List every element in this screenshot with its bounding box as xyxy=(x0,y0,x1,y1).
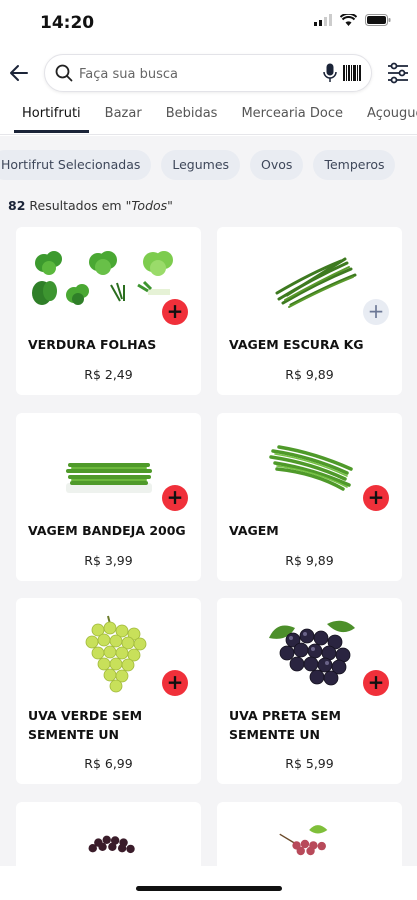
status-time: 14:20 xyxy=(40,13,95,33)
tab-bebidas[interactable]: Bebidas xyxy=(158,102,226,130)
product-price: R$ 2,49 xyxy=(84,367,133,382)
home-indicator-area xyxy=(0,866,417,900)
product-card[interactable]: + VAGEM ESCURA KG R$ 9,89 xyxy=(217,227,402,395)
product-name: VAGEM ESCURA KG xyxy=(229,337,364,352)
product-price: R$ 9,89 xyxy=(285,367,334,382)
results-summary: 82 Resultados em "Todos" xyxy=(8,198,173,213)
add-to-cart-button[interactable]: + xyxy=(363,485,389,511)
product-price: R$ 5,99 xyxy=(285,756,334,771)
tab-bazar[interactable]: Bazar xyxy=(97,102,150,130)
product-card[interactable]: + VERDURA FOLHAS R$ 2,49 xyxy=(16,227,201,395)
category-tabs: Hortifruti Bazar Bebidas Mercearia Doce Açou… xyxy=(14,102,417,136)
tab-mercearia-doce[interactable]: Mercearia Doce xyxy=(233,102,351,130)
battery-icon xyxy=(365,14,391,26)
search-input[interactable] xyxy=(79,62,299,86)
status-icons xyxy=(314,14,391,26)
add-to-cart-button[interactable]: + xyxy=(162,670,188,696)
product-name: VAGEM xyxy=(229,523,279,538)
chip-ovos[interactable]: Ovos xyxy=(250,150,304,180)
product-price: R$ 3,99 xyxy=(84,553,133,568)
product-name: UVA VERDE SEM SEMENTE UN xyxy=(28,708,143,742)
product-card[interactable]: + VAGEM BANDEJA 200G R$ 3,99 xyxy=(16,413,201,581)
header: Hortifruti Bazar BebidasMercearia Doce Açou… xyxy=(0,46,417,136)
back-arrow-icon[interactable] xyxy=(6,60,32,86)
barcode-icon[interactable] xyxy=(343,65,361,81)
chip-temperos[interactable]: Temperos xyxy=(313,150,396,180)
tabs-divider xyxy=(0,134,417,135)
results-text: Resultados em xyxy=(29,198,122,213)
product-name: UVA PRETA SEM SEMENTE UN xyxy=(229,708,341,742)
status-bar: 14:20 xyxy=(0,0,417,46)
add-to-cart-button[interactable]: + xyxy=(162,299,188,325)
product-name: VERDURA FOLHAS xyxy=(28,337,157,352)
add-to-cart-button[interactable]: + xyxy=(162,485,188,511)
chip-hortifrut-selecionadas[interactable]: Hortifrut Selecionadas xyxy=(0,150,152,180)
product-price: R$ 9,89 xyxy=(285,553,334,568)
add-to-cart-button[interactable]: + xyxy=(363,670,389,696)
product-price: R$ 6,99 xyxy=(84,756,133,771)
product-card[interactable] xyxy=(217,802,402,872)
home-indicator[interactable] xyxy=(136,886,282,891)
results-filter: "Todos" xyxy=(125,198,173,213)
product-card[interactable]: + UVA VERDE SEM SEMENTE UN R$ 6,99 xyxy=(16,598,201,784)
tab-acougue[interactable]: Açougue xyxy=(359,102,417,130)
chip-legumes[interactable]: Legumes xyxy=(161,150,241,180)
signal-icon xyxy=(314,14,332,26)
wifi-icon xyxy=(340,14,357,26)
product-image-partial xyxy=(88,835,135,854)
product-card[interactable]: + UVA PRETA SEM SEMENTE UN R$ 5,99 xyxy=(217,598,402,784)
product-image-partial xyxy=(279,825,328,856)
search-bar[interactable] xyxy=(44,54,372,92)
microphone-icon[interactable] xyxy=(323,63,337,83)
product-card[interactable] xyxy=(16,802,201,872)
filter-icon[interactable] xyxy=(385,60,411,86)
product-card[interactable]: + VAGEM R$ 9,89 xyxy=(217,413,402,581)
subcategory-chips: Hortifrut Selecionadas Legumes Ovos Tempero… xyxy=(0,150,417,180)
product-name: VAGEM BANDEJA 200G xyxy=(28,523,186,538)
search-icon xyxy=(55,64,73,82)
tab-hortifruti[interactable]: Hortifruti xyxy=(14,102,89,133)
add-to-cart-button[interactable]: + xyxy=(363,299,389,325)
results-count: 82 xyxy=(8,198,26,213)
